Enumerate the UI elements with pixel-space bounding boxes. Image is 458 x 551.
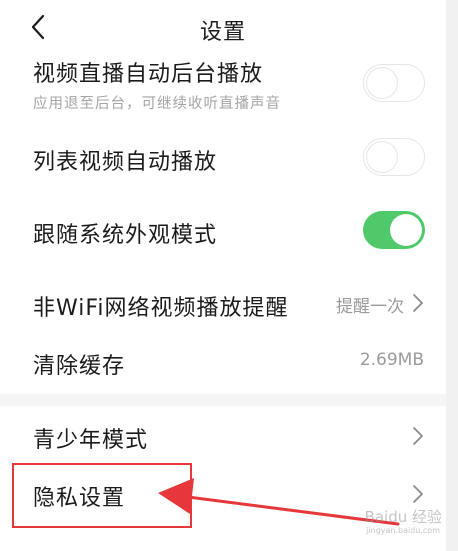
setting-row-privacy[interactable]: 隐私设置	[0, 472, 446, 518]
toggle-knob	[366, 66, 398, 99]
setting-row-list-autoplay[interactable]: 列表视频自动播放	[0, 134, 446, 180]
nav-bar: 设置	[0, 0, 446, 56]
setting-subtitle: 应用退至后台，可继续收听直播声音	[33, 96, 281, 112]
setting-row-clear-cache[interactable]: 清除缓存 2.69MB	[0, 340, 446, 386]
edge-strip	[446, 0, 458, 551]
toggle-knob	[390, 214, 422, 246]
toggle-knob	[366, 140, 398, 173]
setting-row-follow-system-appearance[interactable]: 跟随系统外观模式	[0, 205, 446, 255]
setting-value: 提醒一次	[336, 297, 404, 317]
setting-row-live-background-play[interactable]: 视频直播自动后台播放 应用退至后台，可继续收听直播声音	[0, 56, 446, 118]
chevron-right-icon	[413, 485, 423, 503]
setting-label: 跟随系统外观模式	[33, 223, 218, 248]
setting-label: 非WiFi网络视频播放提醒	[33, 296, 289, 321]
toggle-switch[interactable]	[363, 64, 425, 102]
setting-label: 青少年模式	[33, 428, 149, 453]
setting-label: 清除缓存	[33, 354, 126, 379]
toggle-switch[interactable]	[363, 211, 425, 249]
setting-label: 视频直播自动后台播放	[33, 62, 264, 87]
chevron-right-icon	[413, 294, 423, 312]
toggle-switch[interactable]	[363, 138, 425, 176]
setting-row-teen-mode[interactable]: 青少年模式	[0, 414, 446, 460]
cache-size-value: 2.69MB	[359, 350, 424, 370]
setting-label: 隐私设置	[33, 486, 126, 511]
page-title: 设置	[199, 20, 246, 45]
section-divider	[0, 394, 446, 406]
settings-screen: 设置 视频直播自动后台播放 应用退至后台，可继续收听直播声音 列表视频自动播放 …	[0, 0, 446, 551]
setting-row-non-wifi-reminder[interactable]: 非WiFi网络视频播放提醒 提醒一次	[0, 280, 446, 326]
chevron-right-icon	[413, 427, 423, 445]
setting-label: 列表视频自动播放	[33, 150, 218, 175]
